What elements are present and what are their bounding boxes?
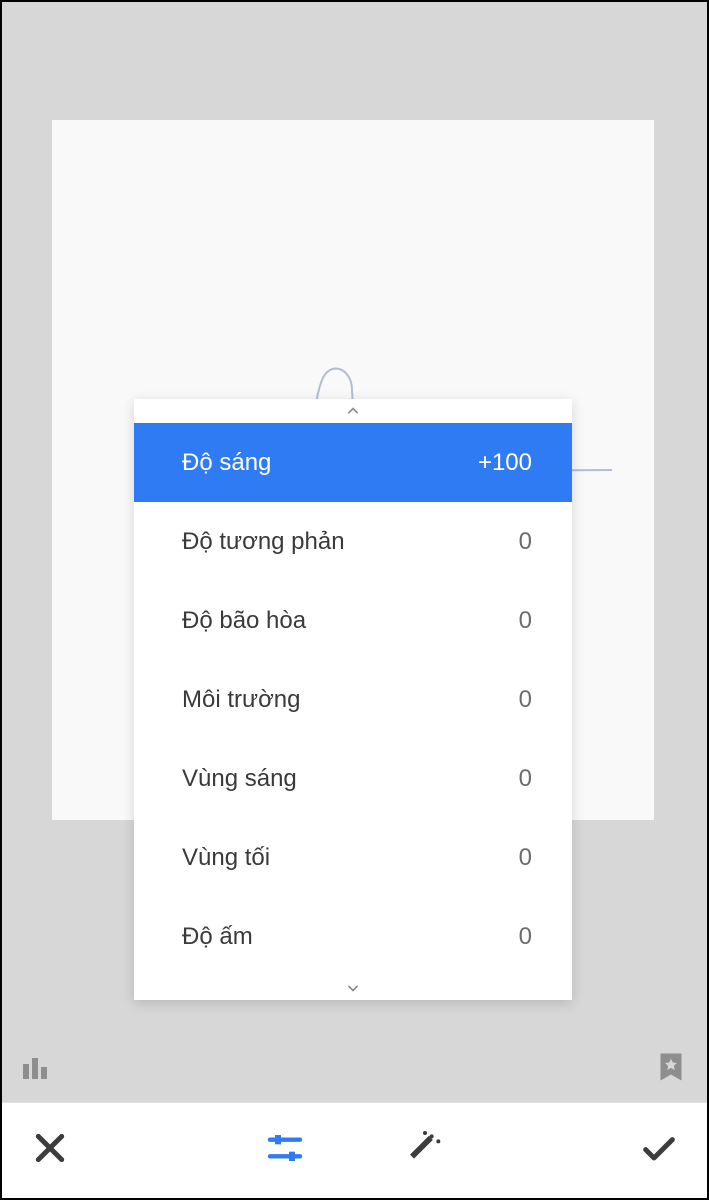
bookmark-button[interactable] <box>653 1049 689 1090</box>
tune-row-warmth[interactable]: Độ ấm 0 <box>134 897 572 976</box>
apply-button[interactable] <box>639 1128 679 1173</box>
auto-fix-button[interactable] <box>405 1128 445 1173</box>
tune-row-value: +100 <box>478 449 532 477</box>
menu-scroll-up[interactable] <box>134 399 572 423</box>
tune-row-value: 0 <box>519 607 532 635</box>
histogram-icon <box>20 1049 56 1085</box>
sliders-icon <box>265 1128 305 1168</box>
tune-row-label: Vùng tối <box>182 844 270 872</box>
overlay-controls <box>2 1044 707 1104</box>
menu-scroll-down[interactable] <box>134 976 572 1000</box>
tune-menu: Độ sáng +100 Độ tương phản 0 Độ bão hòa … <box>134 399 572 1000</box>
tune-row-brightness[interactable]: Độ sáng +100 <box>134 423 572 502</box>
bookmark-star-icon <box>653 1049 689 1085</box>
cancel-button[interactable] <box>30 1128 70 1173</box>
tune-row-shadows[interactable]: Vùng tối 0 <box>134 818 572 897</box>
bottom-toolbar <box>2 1102 707 1198</box>
tune-row-value: 0 <box>519 765 532 793</box>
tune-row-value: 0 <box>519 528 532 556</box>
tune-row-contrast[interactable]: Độ tương phản 0 <box>134 502 572 581</box>
tune-row-saturation[interactable]: Độ bão hòa 0 <box>134 581 572 660</box>
tune-row-label: Môi trường <box>182 686 301 714</box>
tune-row-label: Vùng sáng <box>182 765 297 793</box>
tune-row-ambiance[interactable]: Môi trường 0 <box>134 660 572 739</box>
tune-row-value: 0 <box>519 844 532 872</box>
chevron-up-icon <box>343 401 363 421</box>
tune-row-label: Độ sáng <box>182 449 271 477</box>
tune-row-highlights[interactable]: Vùng sáng 0 <box>134 739 572 818</box>
tune-row-label: Độ tương phản <box>182 528 345 556</box>
tune-row-label: Độ ấm <box>182 923 253 951</box>
tune-tool-button[interactable] <box>265 1128 305 1173</box>
histogram-button[interactable] <box>20 1049 56 1090</box>
editor-canvas: Độ sáng +100 Độ tương phản 0 Độ bão hòa … <box>2 2 707 1104</box>
tune-row-value: 0 <box>519 923 532 951</box>
check-icon <box>639 1128 679 1168</box>
tune-row-label: Độ bão hòa <box>182 607 306 635</box>
tune-row-value: 0 <box>519 686 532 714</box>
magic-wand-icon <box>405 1128 445 1168</box>
chevron-down-icon <box>343 978 363 998</box>
close-icon <box>30 1128 70 1168</box>
